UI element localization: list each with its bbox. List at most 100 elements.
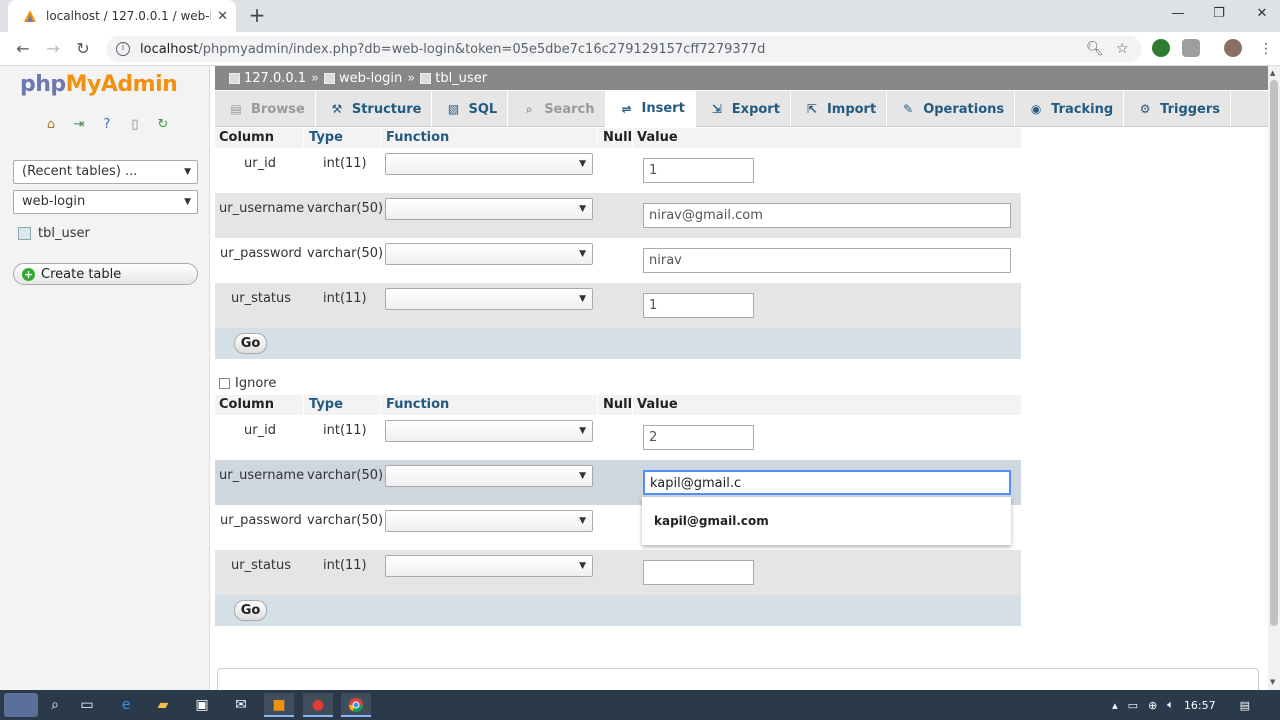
clock[interactable]: 16:57 bbox=[1184, 699, 1216, 712]
browser-tab-title: localhost / 127.0.0.1 / web-login bbox=[46, 9, 211, 23]
sublime-icon[interactable]: ■ bbox=[264, 693, 294, 717]
back-arrow-icon[interactable]: ← bbox=[13, 39, 33, 59]
search-icon[interactable]: ⌕ bbox=[40, 693, 70, 717]
volume-icon[interactable]: 🔈︎ bbox=[1167, 698, 1174, 712]
scroll-up-icon[interactable]: ▲ bbox=[1270, 69, 1275, 77]
function-select[interactable]: ▼ bbox=[385, 510, 593, 532]
phpmyadmin-favicon-icon bbox=[22, 8, 38, 24]
profile-avatar[interactable] bbox=[1224, 39, 1242, 57]
site-info-icon[interactable]: i bbox=[116, 42, 130, 56]
value-input[interactable]: 2 bbox=[643, 425, 754, 450]
chrome-icon[interactable] bbox=[341, 693, 371, 717]
mail-icon[interactable]: ✉ bbox=[226, 693, 256, 717]
table-row: ur_id int(11) ▼ 1 bbox=[215, 148, 1021, 193]
column-header: Column Type Function Null Value bbox=[215, 128, 1021, 148]
recorder-icon[interactable]: ● bbox=[303, 693, 333, 717]
scrollbar-thumb[interactable] bbox=[1270, 80, 1278, 626]
function-select[interactable]: ▼ bbox=[385, 465, 593, 487]
extension-puzzle-icon[interactable] bbox=[1182, 39, 1200, 57]
table-row: ur_username varchar(50) ▼ nirav@gmail.co… bbox=[215, 193, 1021, 238]
tree-item-tbl-user[interactable]: tbl_user bbox=[18, 226, 90, 241]
column-header: Column Type Function Null Value bbox=[215, 395, 1021, 415]
create-table-button[interactable]: + Create table bbox=[13, 263, 198, 285]
go-button[interactable]: Go bbox=[234, 600, 267, 621]
browser-menu-icon[interactable]: ⋮ bbox=[1256, 39, 1276, 59]
chevron-down-icon: ▼ bbox=[579, 426, 586, 436]
chevron-down-icon: ▼ bbox=[579, 159, 586, 169]
value-input[interactable]: nirav@gmail.com bbox=[643, 203, 1011, 228]
server-icon bbox=[229, 72, 240, 84]
tab-sql[interactable]: ▧ SQL bbox=[432, 91, 509, 127]
breadcrumb-server[interactable]: 127.0.0.1 bbox=[244, 71, 306, 86]
home-icon[interactable]: ⌂ bbox=[42, 116, 60, 134]
address-bar[interactable]: i localhost/phpmyadmin/index.php?db=web-… bbox=[106, 36, 1142, 62]
new-tab-button[interactable]: + bbox=[246, 4, 268, 26]
network-icon[interactable]: ⊕ bbox=[1148, 699, 1157, 712]
function-select[interactable]: ▼ bbox=[385, 288, 593, 310]
function-select[interactable]: ▼ bbox=[385, 420, 593, 442]
show-hidden-icons-icon[interactable]: ▴ bbox=[1112, 699, 1118, 712]
function-select[interactable]: ▼ bbox=[385, 555, 593, 577]
maximize-window-button[interactable]: ❐ bbox=[1204, 4, 1234, 24]
recent-tables-select[interactable]: (Recent tables) ... ▼ bbox=[13, 160, 198, 184]
help-icon[interactable]: ? bbox=[98, 116, 116, 134]
minimize-window-button[interactable]: — bbox=[1163, 4, 1193, 24]
autocomplete-suggestion[interactable]: kapil@gmail.com bbox=[642, 497, 1011, 545]
function-select[interactable]: ▼ bbox=[385, 153, 593, 175]
file-explorer-icon[interactable]: ▰ bbox=[148, 693, 178, 717]
function-select[interactable]: ▼ bbox=[385, 243, 593, 265]
forward-arrow-icon[interactable]: → bbox=[43, 39, 63, 59]
checkbox[interactable] bbox=[219, 378, 230, 389]
bookmark-star-icon[interactable]: ☆ bbox=[1116, 41, 1129, 57]
scroll-down-icon[interactable]: ▼ bbox=[1270, 678, 1275, 686]
table-row: ur_id int(11) ▼ 2 bbox=[215, 415, 1021, 460]
battery-icon[interactable]: ▭ bbox=[1128, 699, 1138, 712]
store-icon[interactable]: ▣ bbox=[187, 693, 217, 717]
breadcrumb: 127.0.0.1 » web-login » tbl_user bbox=[215, 66, 1268, 90]
edge-icon[interactable]: e bbox=[111, 693, 141, 717]
tab-browse[interactable]: ▤ Browse bbox=[215, 91, 316, 127]
function-select[interactable]: ▼ bbox=[385, 198, 593, 220]
ignore-checkbox[interactable]: Ignore bbox=[219, 376, 276, 391]
notifications-icon[interactable]: ▤ bbox=[1240, 699, 1250, 712]
tab-insert[interactable]: ⇌ Insert bbox=[605, 91, 696, 127]
logout-icon[interactable]: ⇥ bbox=[70, 116, 88, 134]
tab-tracking[interactable]: ◉ Tracking bbox=[1015, 91, 1125, 127]
close-window-button[interactable]: ✕ bbox=[1247, 4, 1277, 24]
chevron-down-icon: ▼ bbox=[184, 197, 191, 207]
sql-icon: ▧ bbox=[447, 102, 460, 116]
system-tray: ▴ ▭ ⊕ 🔈︎ 16:57 ▤ bbox=[1112, 690, 1250, 720]
go-button[interactable]: Go bbox=[234, 333, 267, 354]
tab-triggers[interactable]: ⚙ Triggers bbox=[1124, 91, 1232, 127]
tab-import[interactable]: ⇱ Import bbox=[791, 91, 888, 127]
breadcrumb-table[interactable]: tbl_user bbox=[435, 71, 487, 86]
tab-search[interactable]: ⌕ Search bbox=[508, 91, 606, 127]
chevron-down-icon: ▼ bbox=[579, 561, 586, 571]
chevron-down-icon: ▼ bbox=[579, 249, 586, 259]
start-avatar-icon[interactable] bbox=[4, 693, 38, 717]
reload-icon[interactable]: ↻ bbox=[73, 39, 93, 59]
value-input[interactable]: 1 bbox=[643, 293, 754, 318]
value-input-focused[interactable]: kapil@gmail.c bbox=[643, 470, 1011, 495]
database-select[interactable]: web-login ▼ bbox=[13, 190, 198, 214]
breadcrumb-database[interactable]: web-login bbox=[339, 71, 402, 86]
tab-export[interactable]: ⇲ Export bbox=[696, 91, 791, 127]
tab-structure[interactable]: ⚒ Structure bbox=[316, 91, 433, 127]
navigation-panel: phpMyAdmin ⌂ ⇥ ? ▯ ↻ (Recent tables) ...… bbox=[0, 66, 210, 690]
extension-globe-icon[interactable] bbox=[1152, 39, 1170, 57]
value-input[interactable]: nirav bbox=[643, 248, 1011, 273]
value-input[interactable] bbox=[643, 560, 754, 585]
reload-nav-icon[interactable]: ↻ bbox=[154, 116, 172, 134]
browser-tab[interactable]: localhost / 127.0.0.1 / web-login ✕ bbox=[8, 0, 236, 32]
table-row: ur_status int(11) ▼ 1 bbox=[215, 283, 1021, 328]
value-input[interactable]: 1 bbox=[643, 158, 754, 183]
vertical-scrollbar[interactable]: ▲ ▼ bbox=[1268, 66, 1280, 690]
task-view-icon[interactable]: ▭ bbox=[72, 693, 102, 717]
address-url: localhost/phpmyadmin/index.php?db=web-lo… bbox=[140, 41, 766, 57]
zoom-icon[interactable]: 🔍︎ bbox=[1086, 41, 1104, 57]
tab-operations[interactable]: ✎ Operations bbox=[887, 91, 1016, 127]
taskbar: ⌕ ▭ e ▰ ▣ ✉ ■ ● ▴ ▭ ⊕ 🔈︎ 16:57 ▤ bbox=[0, 690, 1280, 720]
close-tab-icon[interactable]: ✕ bbox=[217, 9, 228, 24]
phpmyadmin-logo[interactable]: phpMyAdmin bbox=[20, 72, 178, 97]
docs-icon[interactable]: ▯ bbox=[126, 116, 144, 134]
